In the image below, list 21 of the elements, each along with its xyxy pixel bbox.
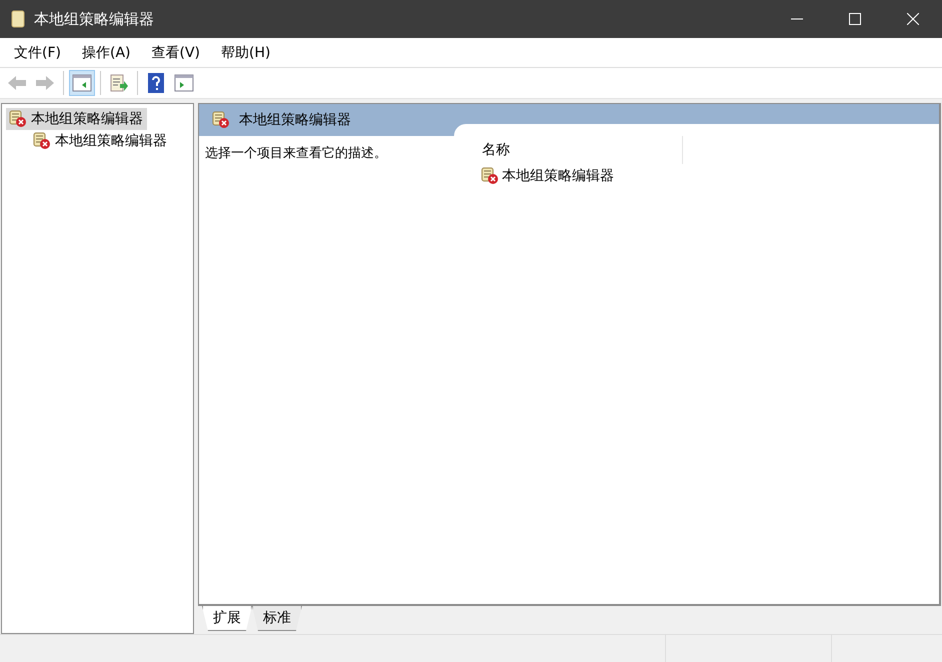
policy-icon xyxy=(8,110,28,128)
tree-pane-icon[interactable] xyxy=(69,70,95,96)
policy-icon xyxy=(211,111,231,129)
detail-title: 本地组策略编辑器 xyxy=(239,111,351,129)
view-tab[interactable]: 扩展 xyxy=(202,606,252,631)
view-tab[interactable]: 标准 xyxy=(252,606,302,631)
list-item[interactable]: 本地组策略编辑器 xyxy=(502,167,614,185)
close-icon xyxy=(907,13,919,25)
menu-item[interactable]: 文件(F) xyxy=(6,44,69,62)
tree-item[interactable]: 本地组策略编辑器 xyxy=(30,130,171,152)
window-title: 本地组策略编辑器 xyxy=(34,10,155,28)
maximize-icon xyxy=(849,13,861,25)
policy-icon xyxy=(32,132,52,150)
column-header[interactable]: 名称 xyxy=(465,136,683,164)
menu-item[interactable]: 查看(V) xyxy=(144,44,208,62)
menu-item[interactable]: 操作(A) xyxy=(74,44,138,62)
policy-icon xyxy=(480,167,500,185)
description-text: 选择一个项目来查看它的描述。 xyxy=(204,145,388,163)
scroll-icon xyxy=(10,10,26,28)
menu-item[interactable]: 帮助(H) xyxy=(213,44,278,62)
tree-item[interactable]: 本地组策略编辑器 xyxy=(6,108,147,130)
